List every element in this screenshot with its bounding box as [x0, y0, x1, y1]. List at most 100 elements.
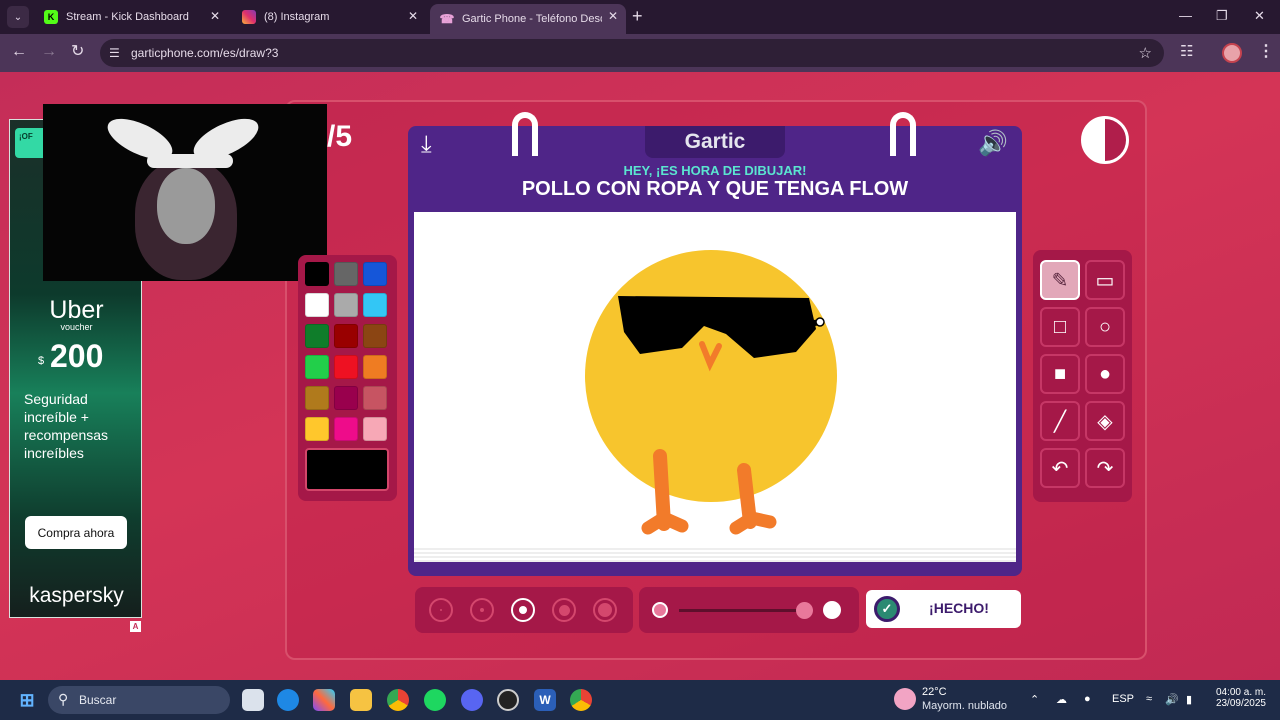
timer-icon [1081, 116, 1129, 164]
brush-size-1[interactable] [429, 598, 453, 622]
color-swatch[interactable] [305, 293, 329, 317]
minimize-icon[interactable]: — [1179, 8, 1192, 23]
spotify-icon[interactable] [424, 689, 446, 711]
color-swatch[interactable] [334, 417, 358, 441]
color-swatch[interactable] [334, 355, 358, 379]
filled-rectangle-tool[interactable]: ■ [1040, 354, 1080, 394]
chrome-icon[interactable] [387, 689, 409, 711]
color-swatch[interactable] [305, 355, 329, 379]
prompt-phrase: POLLO CON ROPA Y QUE TENGA FLOW [521, 178, 909, 200]
tab-search-button[interactable]: ⌄ [7, 6, 29, 28]
color-swatch[interactable] [363, 324, 387, 348]
close-icon[interactable]: ✕ [408, 9, 418, 23]
menu-icon[interactable]: ⋮ [1258, 41, 1274, 61]
profile-avatar[interactable] [1222, 43, 1242, 63]
bookmark-star-icon[interactable]: ☆ [1139, 44, 1152, 62]
brush-size-3[interactable] [511, 598, 535, 622]
drawing-svg [585, 250, 837, 535]
color-swatch[interactable] [363, 293, 387, 317]
eraser-tool[interactable]: ▭ [1085, 260, 1125, 300]
done-button[interactable]: ✓ ¡HECHO! [866, 590, 1021, 628]
edge-icon[interactable] [277, 689, 299, 711]
url-field[interactable]: ☰ garticphone.com/es/draw?3 ☆ [100, 39, 1164, 67]
size-dot-icon [558, 604, 570, 616]
new-tab-button[interactable]: + [632, 7, 643, 25]
line-tool[interactable]: ╱ [1040, 401, 1080, 441]
tab-instagram[interactable]: (8) Instagram ✕ [232, 4, 426, 30]
brush-size-2[interactable] [470, 598, 494, 622]
prompt-header: HEY, ¡ES HORA DE DIBUJAR! [623, 163, 807, 178]
opacity-track [679, 609, 805, 612]
tool-panel: ✎ ▭ □ ○ ■ ● ╱ ◈ ↶ ↷ [1033, 250, 1132, 502]
windows-start-icon[interactable]: ⊞ [16, 689, 38, 711]
color-swatch[interactable] [334, 324, 358, 348]
extensions-icon[interactable]: ☷ [1180, 42, 1193, 60]
color-swatch[interactable] [363, 386, 387, 410]
bunny-headband [147, 154, 233, 168]
board-ring-left [512, 112, 538, 156]
opacity-low-icon [652, 602, 668, 618]
color-swatch[interactable] [305, 417, 329, 441]
copilot-icon[interactable] [313, 689, 335, 711]
color-swatch[interactable] [334, 293, 358, 317]
opacity-slider[interactable] [639, 587, 859, 633]
adchoices-icon[interactable]: A [130, 621, 141, 632]
phone-icon: ☎ [439, 12, 455, 26]
tab-gartic[interactable]: ☎ Gartic Phone - Teléfono Descon ✕ [430, 4, 626, 34]
close-icon[interactable]: ✕ [210, 9, 220, 23]
back-icon[interactable]: ← [11, 43, 27, 61]
discord-icon[interactable] [461, 689, 483, 711]
reload-icon[interactable]: ↻ [71, 43, 84, 61]
chick-body [585, 250, 837, 502]
color-swatch[interactable] [363, 417, 387, 441]
tab-kick[interactable]: K Stream - Kick Dashboard ✕ [34, 4, 228, 30]
color-swatch[interactable] [334, 262, 358, 286]
filled-ellipse-tool[interactable]: ● [1085, 354, 1125, 394]
restore-icon[interactable]: ❐ [1216, 8, 1228, 24]
taskbar-search[interactable]: ⚲ Buscar [48, 686, 230, 714]
chevron-up-icon[interactable]: ⌃ [1030, 693, 1039, 706]
forward-icon[interactable]: → [41, 43, 57, 61]
fill-tool[interactable]: ◈ [1085, 401, 1125, 441]
clock[interactable]: 04:00 a. m. 23/09/2025 [1210, 687, 1266, 709]
battery-icon[interactable]: ▮ [1186, 693, 1192, 706]
chrome-active-icon[interactable] [570, 689, 592, 711]
brush-size-5[interactable] [593, 598, 617, 622]
gartic-logo: Gartic [645, 126, 785, 158]
color-swatch[interactable] [305, 386, 329, 410]
brush-size-4[interactable] [552, 598, 576, 622]
mic-icon[interactable]: ● [1084, 693, 1091, 705]
redo-tool[interactable]: ↷ [1085, 448, 1125, 488]
color-swatch[interactable] [334, 386, 358, 410]
voucher-amount: 200 [50, 338, 104, 374]
color-swatch[interactable] [363, 355, 387, 379]
buy-now-button[interactable]: Compra ahora [25, 516, 127, 549]
ellipse-tool[interactable]: ○ [1085, 307, 1125, 347]
color-swatch[interactable] [305, 262, 329, 286]
window-close-icon[interactable]: ✕ [1254, 8, 1265, 24]
rectangle-tool[interactable]: □ [1040, 307, 1080, 347]
tab-bar: ⌄ K Stream - Kick Dashboard ✕ (8) Instag… [0, 0, 1280, 34]
volume-tray-icon[interactable]: 🔊 [1165, 693, 1179, 706]
word-icon[interactable]: W [534, 689, 556, 711]
cloud-icon[interactable]: ☁ [1056, 693, 1067, 706]
size-dot-icon [440, 609, 442, 611]
color-swatch[interactable] [305, 324, 329, 348]
drawing-canvas[interactable] [414, 212, 1016, 548]
close-icon[interactable]: ✕ [608, 9, 618, 23]
opacity-handle[interactable] [796, 602, 813, 619]
language-indicator[interactable]: ESP [1112, 693, 1134, 705]
pen-tool[interactable]: ✎ [1040, 260, 1080, 300]
obs-icon[interactable] [497, 689, 519, 711]
task-view-icon[interactable] [242, 689, 264, 711]
site-info-icon[interactable]: ☰ [109, 46, 120, 60]
kick-icon: K [44, 10, 58, 24]
currency-sign: $ [38, 355, 45, 367]
undo-tool[interactable]: ↶ [1040, 448, 1080, 488]
color-swatch[interactable] [363, 262, 387, 286]
cursor-icon [815, 317, 825, 327]
file-explorer-icon[interactable] [350, 689, 372, 711]
download-icon[interactable]: ⤓ [421, 133, 432, 157]
volume-icon[interactable]: 🔊 [978, 132, 1008, 156]
wifi-icon[interactable]: ≈ [1146, 693, 1152, 705]
